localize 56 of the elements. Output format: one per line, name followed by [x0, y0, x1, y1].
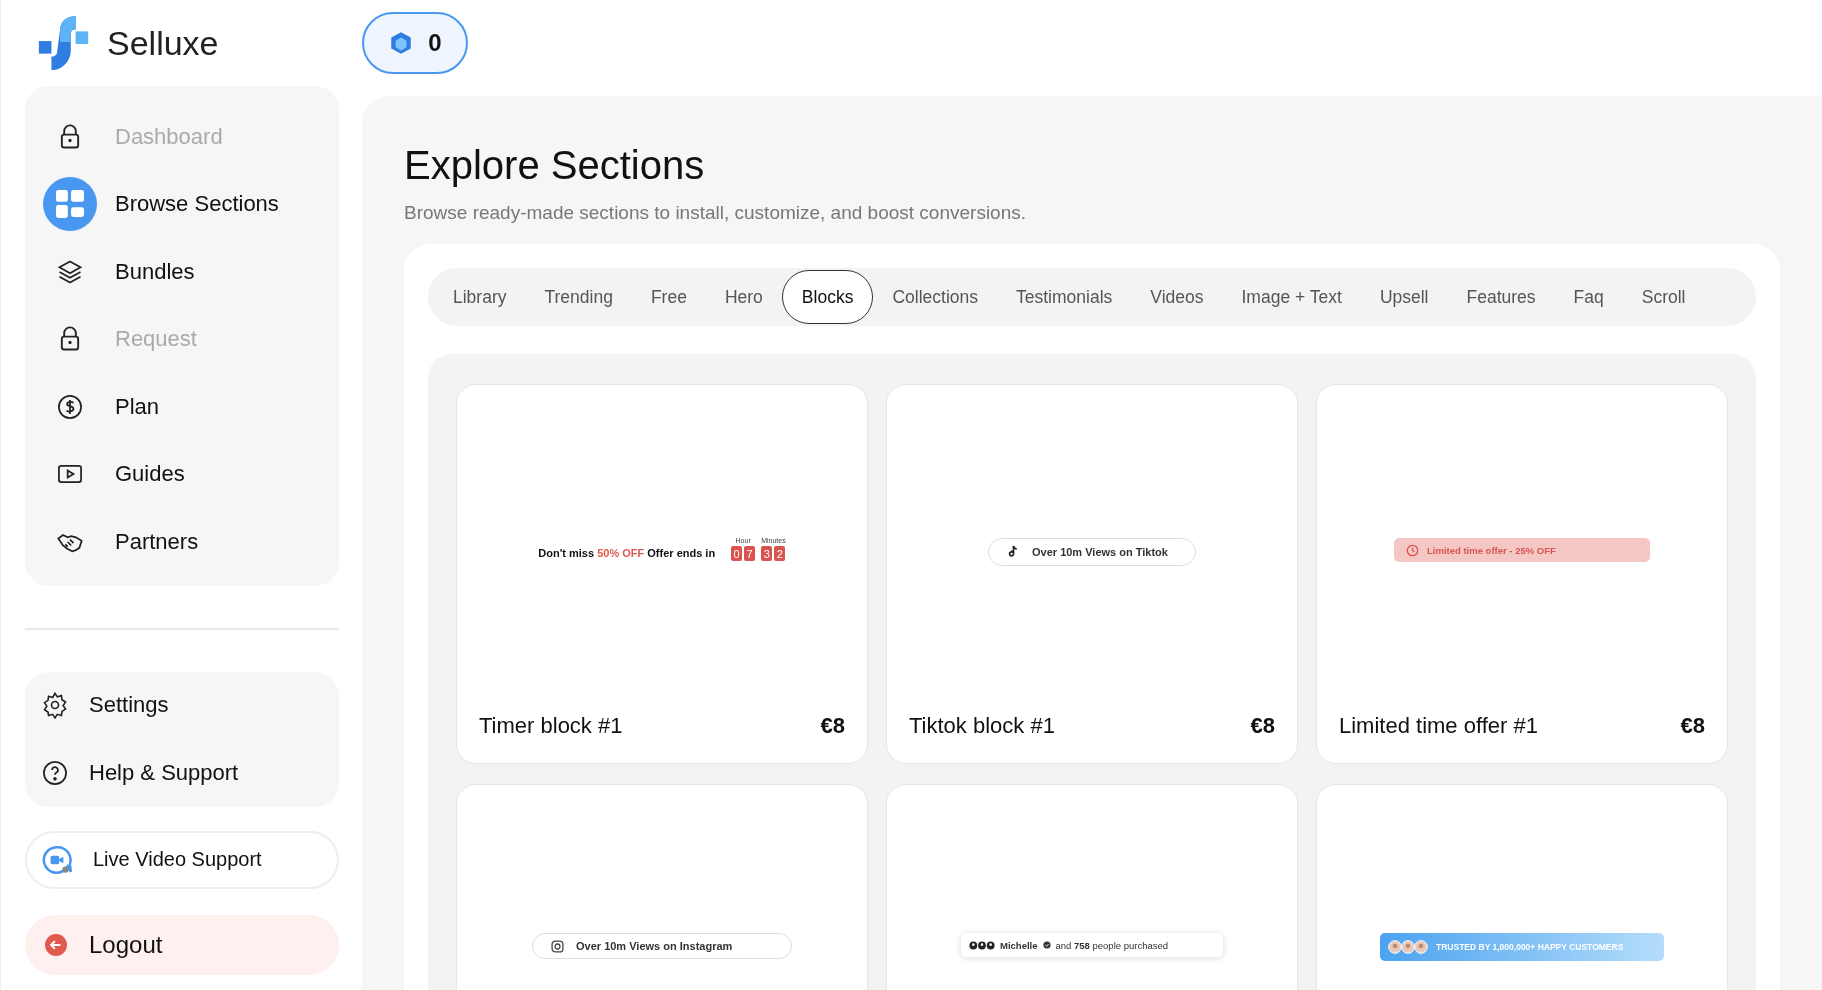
nav-item[interactable]: Partners	[35, 508, 329, 576]
settings-icon	[41, 691, 69, 720]
category-tab[interactable]: Upsell	[1360, 270, 1448, 324]
nav-item[interactable]: Settings	[35, 671, 329, 739]
logout-button[interactable]: Logout	[25, 914, 339, 975]
category-tab[interactable]: Collections	[873, 270, 997, 324]
offer-badge: Limited time offer - 25% OFF	[1394, 538, 1650, 562]
category-tab[interactable]: Videos	[1131, 270, 1223, 324]
avatars-icon	[1388, 940, 1428, 954]
verified-icon	[1042, 941, 1051, 949]
category-tab[interactable]: Free	[631, 270, 706, 324]
video-call-icon	[41, 843, 73, 876]
section-card[interactable]: Michelle and 758 people purchased	[886, 784, 1298, 990]
dollar-icon	[56, 392, 84, 421]
category-tab[interactable]: Features	[1447, 270, 1555, 324]
timer-digit: 0	[731, 546, 743, 561]
card-title: Limited time offer #1	[1339, 713, 1538, 739]
category-tab[interactable]: Trending	[525, 270, 632, 324]
section-card[interactable]: Over 10m Views on Instagram	[456, 784, 868, 990]
page-title: Explore Sections	[404, 143, 706, 188]
timer-digit: 2	[774, 546, 786, 561]
credits-badge[interactable]: 0	[362, 12, 468, 74]
section-card[interactable]: Limited time offer - 25% OFF Limited time offer #1 €8	[1316, 384, 1728, 764]
promo-text: Don't miss 50% OFF Offer ends in	[538, 547, 716, 559]
category-tab[interactable]: Scroll	[1622, 270, 1705, 324]
grid-icon	[56, 190, 84, 219]
nav-item[interactable]: Guides	[35, 440, 329, 508]
page-subtitle: Browse ready-made sections to install, customize, and boost conversions.	[404, 202, 1028, 224]
trust-banner: TRUSTED BY 1,000,000+ HAPPY CUSTOMERS	[1380, 933, 1664, 961]
timer-digit: 7	[744, 546, 756, 561]
customer-name: Michelle	[1000, 939, 1038, 951]
timer-digit: 3	[761, 546, 773, 561]
category-tab[interactable]: Library	[434, 270, 526, 324]
category-tab[interactable]: Testimonials	[997, 270, 1132, 324]
purchase-text: and 758 people purchased	[1055, 939, 1169, 951]
card-price: €8	[1680, 713, 1705, 739]
category-tab[interactable]: Faq	[1554, 270, 1623, 324]
help-icon	[41, 758, 69, 787]
card-price: €8	[1250, 713, 1275, 739]
clock-icon	[1406, 543, 1419, 557]
nav-item[interactable]: Bundles	[35, 238, 329, 306]
brand-name: Selluxe	[107, 23, 219, 63]
category-tab[interactable]: Image + Text	[1222, 270, 1361, 324]
nav-item[interactable]: Plan	[35, 373, 329, 441]
card-price: €8	[820, 713, 845, 739]
music-note-icon	[1007, 545, 1020, 558]
section-card[interactable]: Over 10m Views on Tiktok Tiktok block #1 €8	[886, 384, 1298, 764]
live-support-button[interactable]: Live Video Support	[25, 830, 339, 889]
nav-item[interactable]: Browse Sections	[35, 170, 329, 238]
category-tab[interactable]: Blocks	[781, 270, 874, 324]
nav-item[interactable]: Help & Support	[35, 739, 329, 807]
avatars-icon	[969, 940, 995, 950]
instagram-icon	[551, 939, 564, 953]
card-title: Timer block #1	[479, 713, 623, 739]
card-title: Tiktok block #1	[909, 713, 1055, 739]
category-tab[interactable]: Hero	[705, 270, 782, 324]
